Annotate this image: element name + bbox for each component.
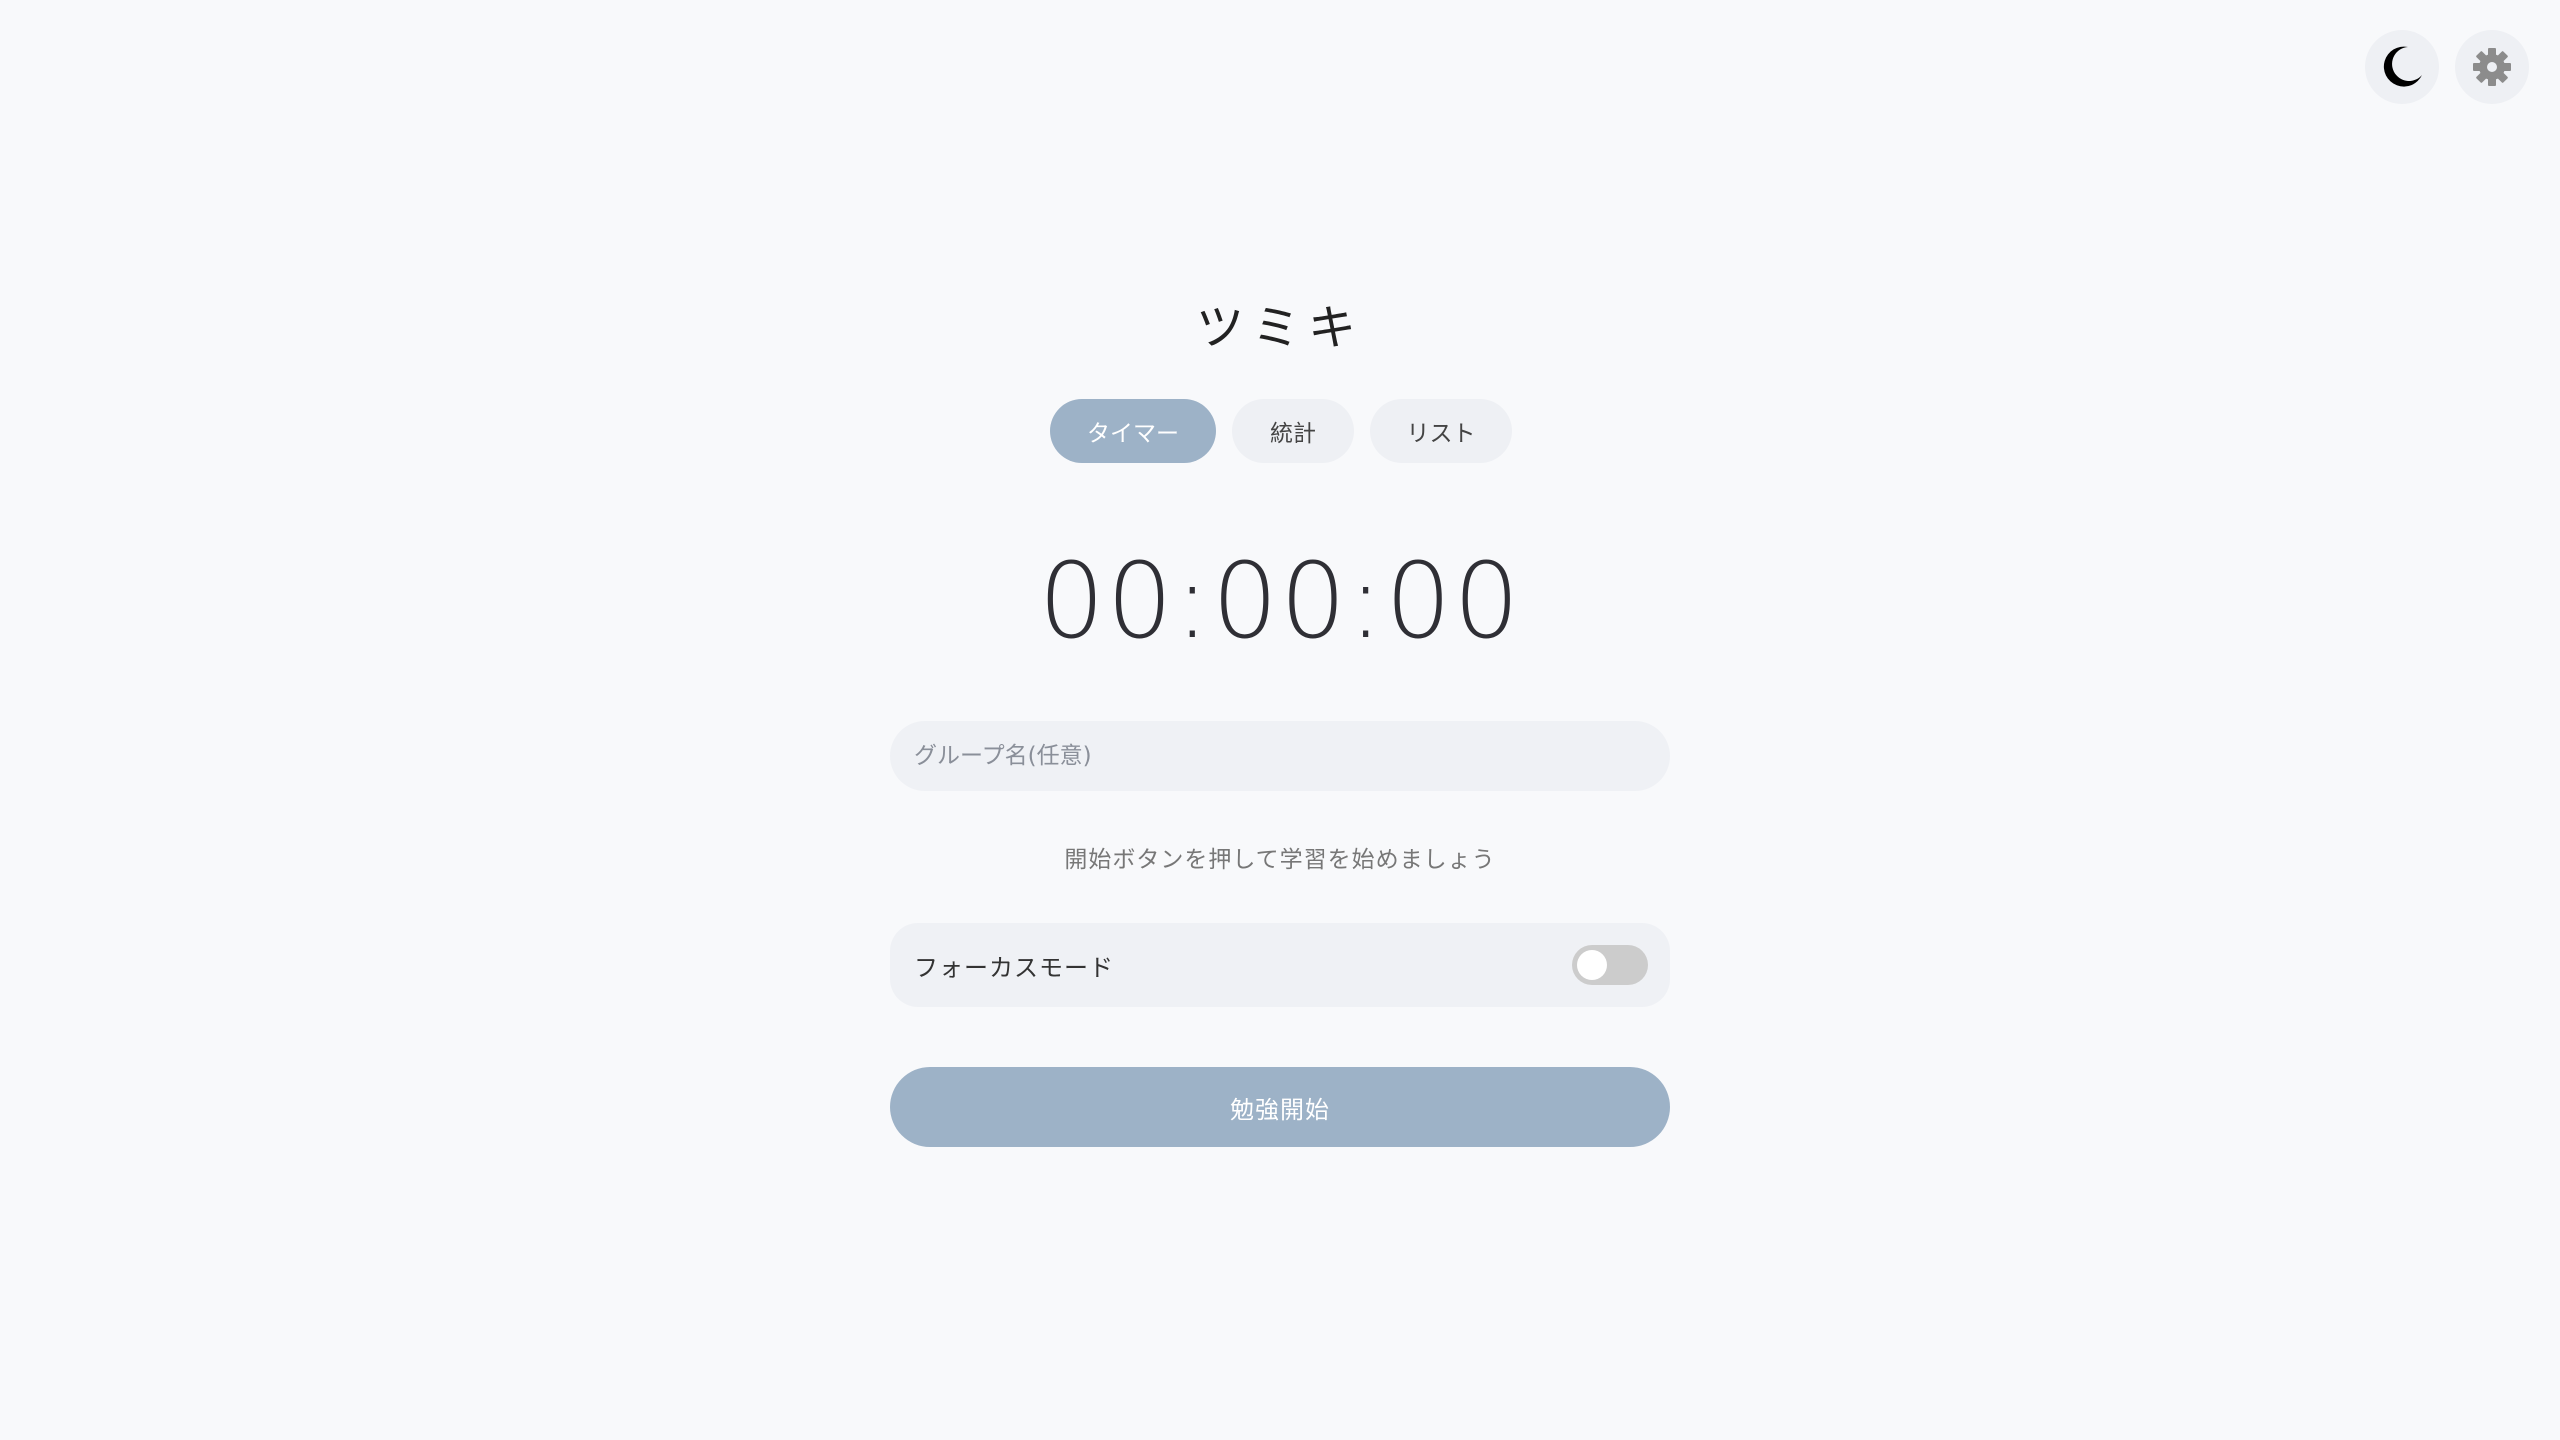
app-title: ツミキ [1195, 300, 1364, 356]
theme-toggle-button[interactable] [2365, 30, 2439, 104]
focus-mode-row: フォーカスモード [890, 923, 1670, 1007]
moon-icon [2378, 43, 2426, 91]
timer-display: 00:00:00 [1038, 540, 1522, 662]
start-hint-text: 開始ボタンを押して学習を始めましょう [1064, 847, 1496, 873]
focus-mode-toggle[interactable] [1572, 945, 1648, 985]
group-name-input[interactable] [890, 721, 1670, 791]
toggle-knob [1577, 950, 1607, 980]
settings-button[interactable] [2455, 30, 2529, 104]
tab-bar: タイマー 統計 リスト [1050, 399, 1512, 463]
start-study-button[interactable]: 勉強開始 [890, 1067, 1670, 1147]
tab-list[interactable]: リスト [1370, 399, 1512, 463]
gear-icon [2471, 46, 2513, 88]
tab-stats[interactable]: 統計 [1232, 399, 1354, 463]
tab-timer[interactable]: タイマー [1050, 399, 1216, 463]
focus-mode-label: フォーカスモード [914, 953, 1114, 982]
